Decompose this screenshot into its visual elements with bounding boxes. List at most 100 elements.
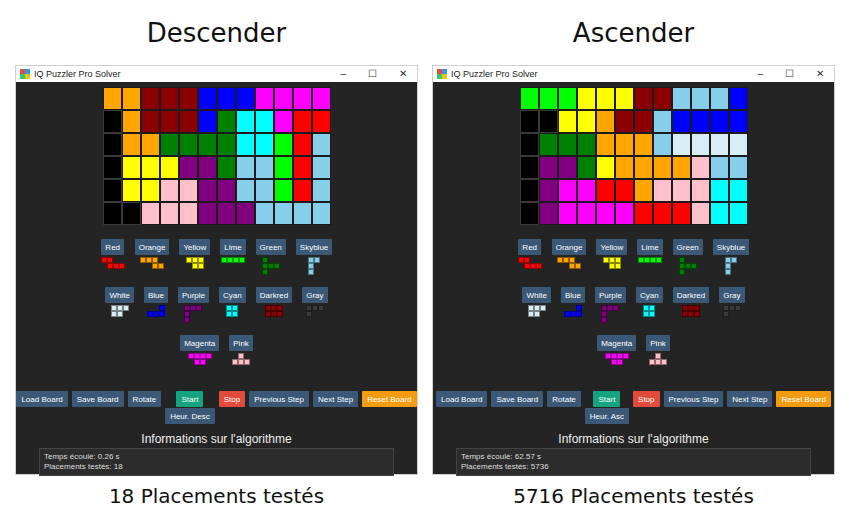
piece-button[interactable]: White xyxy=(105,287,133,303)
piece-button[interactable]: Lime xyxy=(220,239,245,255)
piece-button[interactable]: Pink xyxy=(229,335,253,351)
board-cell[interactable] xyxy=(691,156,710,179)
board-cell[interactable] xyxy=(558,87,577,110)
board-cell[interactable] xyxy=(103,156,122,179)
board-cell[interactable] xyxy=(179,110,198,133)
board-cell[interactable] xyxy=(729,87,748,110)
board-cell[interactable] xyxy=(710,87,729,110)
board-cell[interactable] xyxy=(634,156,653,179)
board-cell[interactable] xyxy=(615,87,634,110)
board-cell[interactable] xyxy=(520,179,539,202)
board-cell[interactable] xyxy=(653,87,672,110)
board-cell[interactable] xyxy=(236,202,255,225)
piece-button[interactable]: Orange xyxy=(552,239,587,255)
board-cell[interactable] xyxy=(255,156,274,179)
board-cell[interactable] xyxy=(141,87,160,110)
action-button[interactable]: Start xyxy=(593,391,620,407)
piece-button[interactable]: Red xyxy=(101,239,124,255)
board-cell[interactable] xyxy=(653,133,672,156)
board-cell[interactable] xyxy=(710,179,729,202)
board-cell[interactable] xyxy=(539,110,558,133)
board-cell[interactable] xyxy=(198,133,217,156)
board-cell[interactable] xyxy=(160,179,179,202)
board-cell[interactable] xyxy=(577,87,596,110)
piece-button[interactable]: Gray xyxy=(302,287,327,303)
board-cell[interactable] xyxy=(691,110,710,133)
board-cell[interactable] xyxy=(274,110,293,133)
piece-button[interactable]: Purple xyxy=(178,287,209,303)
action-button[interactable]: Next Step xyxy=(313,391,358,407)
board-cell[interactable] xyxy=(729,156,748,179)
piece-button[interactable]: Purple xyxy=(595,287,626,303)
board-cell[interactable] xyxy=(141,133,160,156)
board-cell[interactable] xyxy=(653,202,672,225)
board-cell[interactable] xyxy=(236,110,255,133)
action-button[interactable]: Rotate xyxy=(128,391,162,407)
action-button[interactable]: Stop xyxy=(633,391,659,407)
piece-button[interactable]: Skyblue xyxy=(296,239,332,255)
board-cell[interactable] xyxy=(274,179,293,202)
board-cell[interactable] xyxy=(634,133,653,156)
board-cell[interactable] xyxy=(577,179,596,202)
action-button[interactable]: Save Board xyxy=(491,391,543,407)
board-cell[interactable] xyxy=(710,110,729,133)
board-cell[interactable] xyxy=(672,156,691,179)
board-cell[interactable] xyxy=(160,110,179,133)
board-cell[interactable] xyxy=(615,156,634,179)
board-cell[interactable] xyxy=(160,87,179,110)
board-cell[interactable] xyxy=(236,156,255,179)
board-cell[interactable] xyxy=(539,156,558,179)
board-cell[interactable] xyxy=(293,110,312,133)
board-cell[interactable] xyxy=(103,110,122,133)
board-cell[interactable] xyxy=(672,133,691,156)
board-cell[interactable] xyxy=(634,202,653,225)
window-control[interactable]: ☐ xyxy=(785,67,794,81)
board-cell[interactable] xyxy=(217,87,236,110)
board-cell[interactable] xyxy=(691,179,710,202)
action-button[interactable]: Previous Step xyxy=(249,391,309,407)
board-cell[interactable] xyxy=(653,110,672,133)
board-cell[interactable] xyxy=(596,87,615,110)
board-cell[interactable] xyxy=(179,87,198,110)
board-cell[interactable] xyxy=(293,156,312,179)
board-cell[interactable] xyxy=(596,179,615,202)
board-cell[interactable] xyxy=(312,110,331,133)
board-cell[interactable] xyxy=(122,133,141,156)
puzzle-board[interactable] xyxy=(520,87,748,225)
board-cell[interactable] xyxy=(558,179,577,202)
board-cell[interactable] xyxy=(255,133,274,156)
piece-button[interactable]: Orange xyxy=(135,239,170,255)
board-cell[interactable] xyxy=(710,202,729,225)
action-button[interactable]: Stop xyxy=(219,391,245,407)
board-cell[interactable] xyxy=(103,202,122,225)
piece-button[interactable]: Blue xyxy=(144,287,168,303)
board-cell[interactable] xyxy=(198,87,217,110)
piece-button[interactable]: Darkred xyxy=(256,287,292,303)
board-cell[interactable] xyxy=(710,156,729,179)
board-cell[interactable] xyxy=(293,87,312,110)
board-cell[interactable] xyxy=(634,110,653,133)
board-cell[interactable] xyxy=(729,179,748,202)
board-cell[interactable] xyxy=(293,202,312,225)
board-cell[interactable] xyxy=(672,179,691,202)
board-cell[interactable] xyxy=(691,202,710,225)
board-cell[interactable] xyxy=(672,202,691,225)
piece-button[interactable]: Pink xyxy=(646,335,670,351)
board-cell[interactable] xyxy=(312,87,331,110)
piece-button[interactable]: Lime xyxy=(637,239,662,255)
piece-button[interactable]: Blue xyxy=(561,287,585,303)
board-cell[interactable] xyxy=(596,110,615,133)
board-cell[interactable] xyxy=(274,133,293,156)
piece-button[interactable]: Yellow xyxy=(179,239,210,255)
board-cell[interactable] xyxy=(558,133,577,156)
piece-button[interactable]: Darkred xyxy=(673,287,709,303)
piece-button[interactable]: Skyblue xyxy=(713,239,749,255)
board-cell[interactable] xyxy=(217,202,236,225)
board-cell[interactable] xyxy=(122,202,141,225)
board-cell[interactable] xyxy=(729,110,748,133)
board-cell[interactable] xyxy=(141,202,160,225)
piece-button[interactable]: Gray xyxy=(719,287,744,303)
piece-button[interactable]: Cyan xyxy=(219,287,246,303)
board-cell[interactable] xyxy=(634,87,653,110)
board-cell[interactable] xyxy=(520,87,539,110)
